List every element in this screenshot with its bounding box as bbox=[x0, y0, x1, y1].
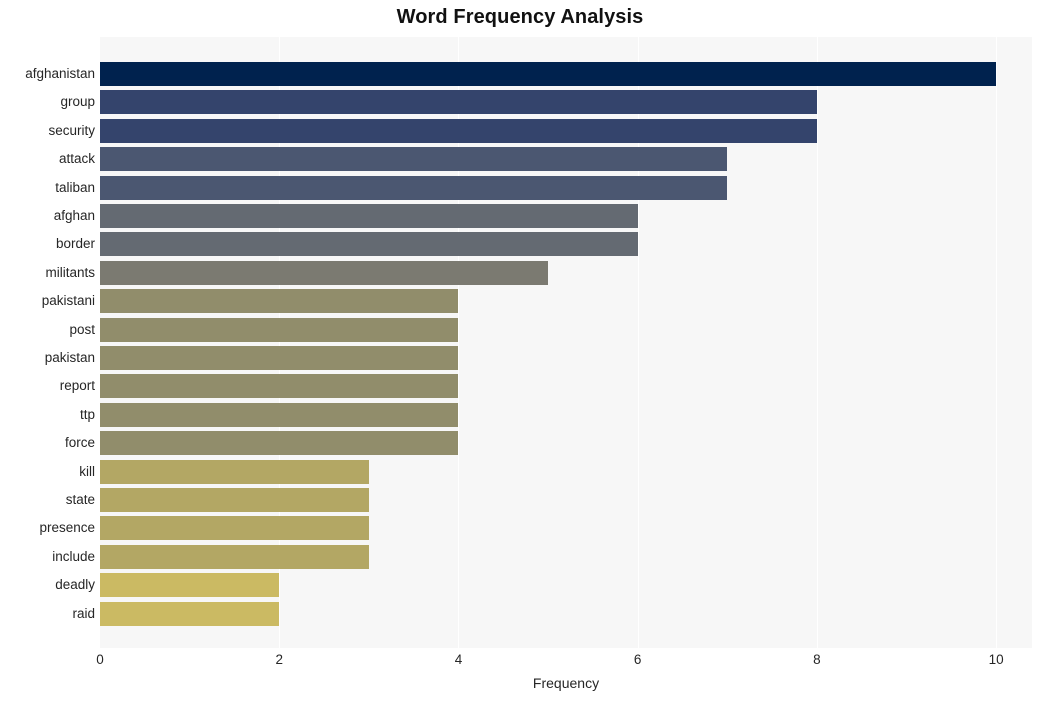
y-tick-label: taliban bbox=[55, 179, 95, 195]
y-tick-label: pakistani bbox=[41, 293, 95, 309]
gridline-x-10 bbox=[996, 37, 998, 648]
bar[interactable] bbox=[100, 232, 638, 257]
bar[interactable] bbox=[100, 118, 817, 143]
bar[interactable] bbox=[100, 317, 459, 342]
y-tick-label: security bbox=[48, 122, 95, 138]
y-tick-label: ttp bbox=[79, 406, 95, 422]
bar[interactable] bbox=[100, 488, 369, 512]
x-tick-label: 8 bbox=[813, 652, 821, 667]
y-tick-label: attack bbox=[58, 151, 95, 167]
y-tick-label: presence bbox=[39, 520, 95, 536]
bar[interactable] bbox=[100, 204, 638, 228]
bar[interactable] bbox=[100, 346, 459, 370]
bar[interactable] bbox=[100, 374, 459, 399]
bar[interactable] bbox=[100, 544, 369, 569]
bar[interactable] bbox=[100, 573, 280, 598]
y-tick-label: border bbox=[55, 236, 95, 252]
bar[interactable] bbox=[100, 459, 369, 484]
y-tick-label: afghanistan bbox=[25, 66, 95, 81]
bar[interactable] bbox=[100, 431, 459, 456]
bar[interactable] bbox=[100, 289, 459, 314]
y-tick-label: report bbox=[59, 378, 95, 394]
bar[interactable] bbox=[100, 402, 459, 427]
y-tick-label: pakistan bbox=[44, 350, 95, 365]
x-tick-label: 10 bbox=[988, 652, 1004, 667]
x-axis-title: Frequency bbox=[532, 675, 600, 691]
x-tick-label: 2 bbox=[275, 652, 283, 667]
x-tick-label: 0 bbox=[96, 652, 104, 667]
y-tick-label: state bbox=[65, 492, 95, 507]
bar[interactable] bbox=[100, 175, 728, 200]
bar[interactable] bbox=[100, 62, 997, 86]
gridline-x-8 bbox=[816, 37, 818, 648]
y-tick-label: post bbox=[69, 321, 95, 337]
y-tick-label: afghan bbox=[53, 208, 95, 223]
y-tick-label: militants bbox=[45, 264, 95, 280]
y-tick-label: kill bbox=[79, 463, 95, 479]
y-tick-label: deadly bbox=[55, 577, 95, 593]
bar[interactable] bbox=[100, 260, 549, 285]
bar[interactable] bbox=[100, 90, 817, 115]
word-frequency-bar-chart: Word Frequency Analysis afghanistan group… bbox=[0, 0, 1040, 701]
y-tick-label: force bbox=[64, 435, 95, 451]
x-tick-label: 4 bbox=[454, 652, 463, 667]
chart-title: Word Frequency Analysis bbox=[396, 6, 644, 28]
bar[interactable] bbox=[100, 601, 280, 626]
y-tick-label: group bbox=[60, 94, 95, 110]
x-tick-label: 6 bbox=[633, 652, 642, 667]
bar[interactable] bbox=[100, 516, 369, 541]
y-tick-label: include bbox=[52, 548, 95, 564]
bar[interactable] bbox=[100, 147, 728, 172]
plot-area bbox=[100, 37, 1032, 648]
y-tick-label: raid bbox=[72, 605, 95, 621]
